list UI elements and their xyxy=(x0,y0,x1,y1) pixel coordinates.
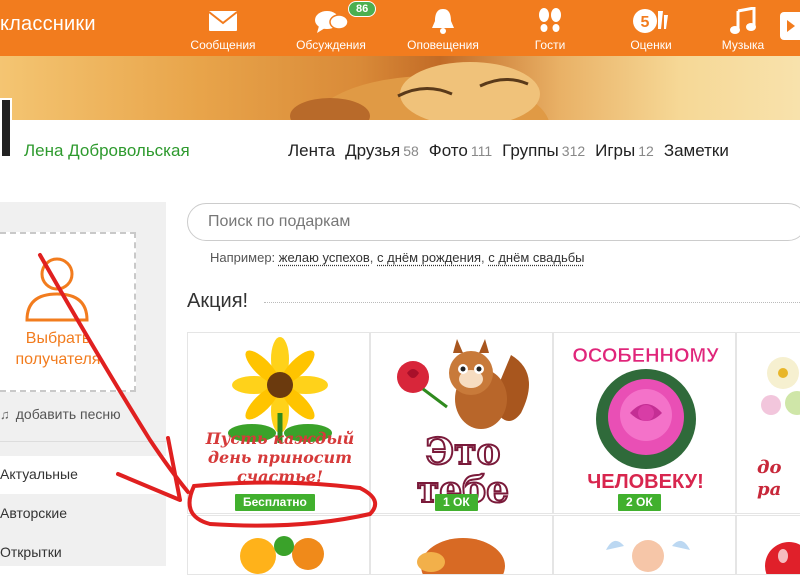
top-navigation-bar: классники Сообщения Обсуждения 86 Оповещ… xyxy=(0,0,800,56)
nav-music[interactable]: Музыка xyxy=(718,0,768,56)
profile-cover-image xyxy=(0,56,800,120)
flowers-image xyxy=(761,357,800,415)
music-note-small-icon: ♫ xyxy=(0,406,10,422)
music-note-icon xyxy=(730,6,756,36)
nav-messages-label: Сообщения xyxy=(190,38,256,52)
gift-caption-rose-bottom: ЧЕЛОВЕКУ! xyxy=(587,471,704,493)
tab-notes-label: Заметки xyxy=(663,141,729,160)
sidebar-divider xyxy=(0,441,166,442)
red-balloon-image xyxy=(765,542,800,574)
gift-caption-rose-top: ОСОБЕННОМУ xyxy=(572,345,719,368)
gift-card-row2-3[interactable] xyxy=(553,515,736,575)
tab-friends-count: 58 xyxy=(403,143,419,159)
tab-games-count: 12 xyxy=(638,143,654,159)
sidebar-item-postcards[interactable]: Открытки xyxy=(0,534,166,572)
tab-photos-count: 111 xyxy=(470,143,493,159)
choose-recipient-label[interactable]: Выбрать получателя xyxy=(0,328,116,370)
cartoon-character-image xyxy=(417,538,505,574)
brand-logo-text[interactable]: классники xyxy=(0,13,96,36)
gift-card-sunflower[interactable]: Пусть каждый день приносит счастье! Бесп… xyxy=(187,332,370,514)
sidebar-item-authors[interactable]: Авторские xyxy=(0,495,166,533)
nav-guests[interactable]: Гости xyxy=(524,0,576,56)
tab-photos-label: Фото xyxy=(428,141,468,160)
gift-card-row2-2[interactable] xyxy=(370,515,553,575)
sidebar-item-authors-label: Авторские xyxy=(0,505,68,521)
sidebar-item-actual[interactable]: Актуальные xyxy=(0,456,166,494)
tab-groups-count: 312 xyxy=(561,143,586,159)
tab-games[interactable]: Игры 12 xyxy=(595,141,654,161)
section-divider xyxy=(264,302,800,303)
nav-guests-label: Гости xyxy=(534,38,566,52)
nav-ratings[interactable]: 5 Оценки xyxy=(622,0,680,56)
tab-groups-label: Группы xyxy=(502,141,559,160)
gift-card-squirrel[interactable]: Это тебе 1 ОК xyxy=(370,332,553,514)
add-song-label: добавить песню xyxy=(15,406,121,422)
user-name-link[interactable]: Лена Добровольская xyxy=(24,141,190,161)
nav-notifications-label: Оповещения xyxy=(407,38,479,52)
ratings-icon: 5 xyxy=(631,6,671,36)
envelope-icon xyxy=(208,6,238,36)
play-icon[interactable] xyxy=(780,12,800,40)
chat-bubbles-icon xyxy=(314,6,348,36)
gift-caption-sunflower: Пусть каждый день приносит счастье! xyxy=(205,429,355,486)
profile-tabs: Лента Друзья 58 Фото 111 Группы 312 Игры 12 … xyxy=(288,141,729,161)
tab-friends-label: Друзья xyxy=(345,141,401,160)
footprints-icon xyxy=(535,6,565,36)
section-title: Акция! xyxy=(187,290,249,312)
sidebar-item-actual-label: Актуальные xyxy=(0,466,78,482)
price-badge-1ok: 1 ОК xyxy=(435,494,478,511)
gift-caption-partial: до ра xyxy=(757,457,782,500)
avatar[interactable] xyxy=(0,98,12,158)
example-link-birthday[interactable]: с днём рождения xyxy=(377,250,481,265)
bell-icon xyxy=(430,6,456,36)
gift-card-rose[interactable]: ОСОБЕННОМУ ЧЕЛОВЕКУ! 2 ОК xyxy=(553,332,736,514)
search-examples: Например: желаю успехов, с днём рождения… xyxy=(210,250,585,265)
tab-friends[interactable]: Друзья 58 xyxy=(345,141,419,161)
tab-feed-label: Лента xyxy=(288,141,336,160)
angel-image xyxy=(606,540,690,572)
tab-games-label: Игры xyxy=(595,141,636,160)
nav-discussions[interactable]: Обсуждения 86 xyxy=(294,0,377,56)
nav-music-label: Музыка xyxy=(721,38,765,52)
sidebar-item-postcards-label: Открытки xyxy=(0,544,62,560)
example-link-success[interactable]: желаю успехов xyxy=(279,250,370,265)
add-song-link[interactable]: ♫ добавить песню xyxy=(0,406,121,422)
nav-notifications[interactable]: Оповещения xyxy=(404,0,482,56)
tab-photos[interactable]: Фото 111 xyxy=(429,141,492,161)
examples-prefix: Например: xyxy=(210,250,276,265)
person-outline-icon xyxy=(22,254,92,329)
nav-discussions-label: Обсуждения xyxy=(296,38,366,52)
example-link-wedding[interactable]: с днём свадьбы xyxy=(488,250,584,265)
tab-feed[interactable]: Лента xyxy=(288,141,335,161)
discussions-count-badge: 86 xyxy=(348,1,377,17)
price-badge-free: Бесплатно xyxy=(235,494,315,511)
nav-messages[interactable]: Сообщения xyxy=(188,0,258,56)
svg-text:5: 5 xyxy=(641,14,650,31)
pink-rose-image xyxy=(596,369,696,469)
nav-ratings-label: Оценки xyxy=(630,38,672,52)
gift-card-row2-1[interactable] xyxy=(187,515,370,575)
tab-notes[interactable]: Заметки xyxy=(664,141,729,161)
price-badge-2ok: 2 ОК xyxy=(618,494,661,511)
gift-search-input[interactable] xyxy=(187,203,800,241)
tab-groups[interactable]: Группы 312 xyxy=(502,141,585,161)
gift-card-row2-4[interactable] xyxy=(736,515,800,575)
gift-card-partial[interactable]: до ра xyxy=(736,332,800,514)
autumn-flowers-image xyxy=(240,536,324,574)
